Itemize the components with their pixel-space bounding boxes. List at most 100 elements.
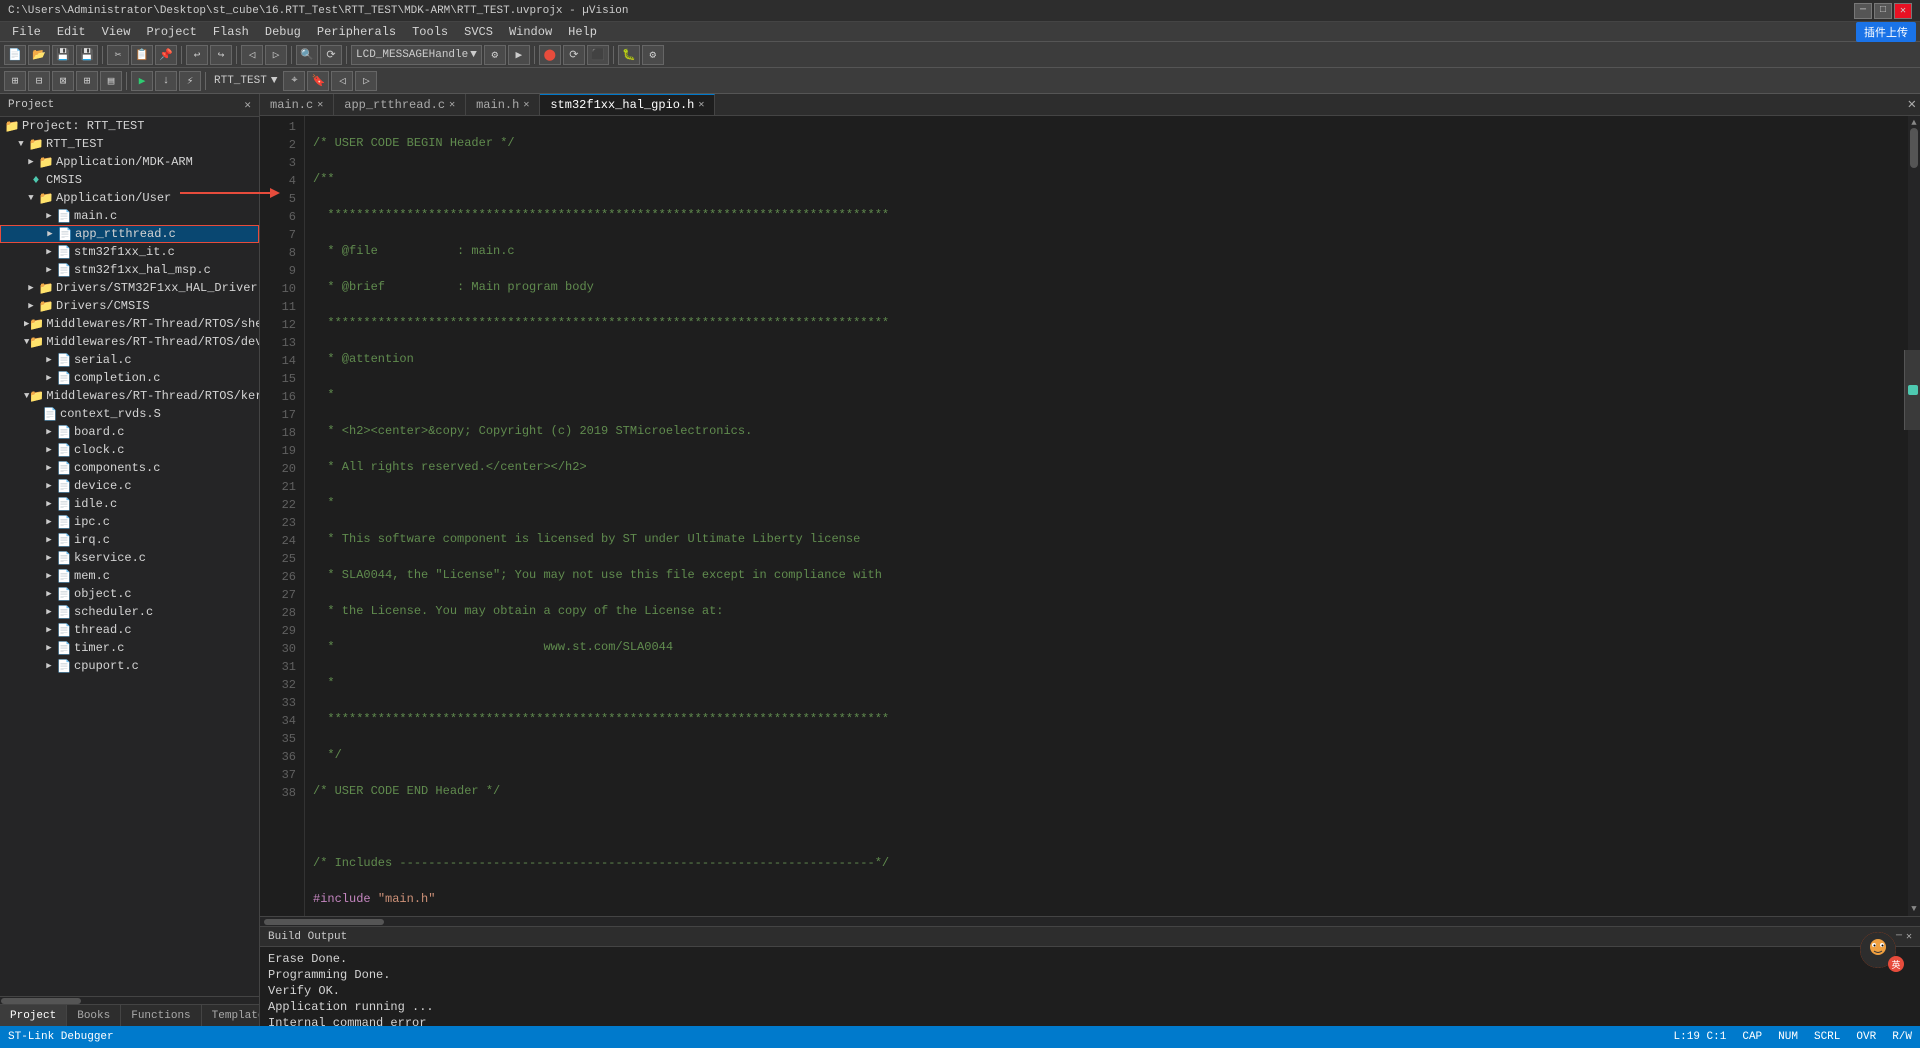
tree-middlewares-device[interactable]: ▼ 📁 Middlewares/RT-Thread/RTOS/device dr… <box>0 333 259 351</box>
save-btn[interactable]: 💾 <box>52 45 74 65</box>
tb2-btn3[interactable]: ⊠ <box>52 71 74 91</box>
editor-hscroll-thumb[interactable] <box>264 919 384 925</box>
tree-completion-c[interactable]: ▶ 📄 completion.c <box>0 369 259 387</box>
editor-vscrollbar[interactable]: ▲ ▼ <box>1908 116 1920 916</box>
settings2-btn[interactable]: ⚙ <box>642 45 664 65</box>
menu-edit[interactable]: Edit <box>49 22 94 41</box>
editor-tab-main-c[interactable]: main.c ✕ <box>260 94 334 115</box>
tree-mem-c[interactable]: ▶ 📄 mem.c <box>0 567 259 585</box>
editor-tab-main-h[interactable]: main.h ✕ <box>466 94 540 115</box>
open-btn[interactable]: 📂 <box>28 45 50 65</box>
undo-btn[interactable]: ↩ <box>186 45 208 65</box>
paste-btn[interactable]: 📌 <box>155 45 177 65</box>
tb2-flash-btn[interactable]: ⚡ <box>179 71 201 91</box>
load-btn[interactable]: ▶ <box>508 45 530 65</box>
menu-svcs[interactable]: SVCS <box>456 22 501 41</box>
menu-peripherals[interactable]: Peripherals <box>309 22 404 41</box>
tree-middlewares-shell[interactable]: ▶ 📁 Middlewares/RT-Thread/RTOS/shell <box>0 315 259 333</box>
tab-templates[interactable]: Templates <box>202 1005 260 1026</box>
scroll-thumb[interactable] <box>1910 128 1918 168</box>
tree-thread-c[interactable]: ▶ 📄 thread.c <box>0 621 259 639</box>
build-btn[interactable]: ⬤ <box>539 45 561 65</box>
tree-board-c[interactable]: ▶ 📄 board.c <box>0 423 259 441</box>
tree-irq-c[interactable]: ▶ 📄 irq.c <box>0 531 259 549</box>
tree-cpuport-c[interactable]: ▶ 📄 cpuport.c <box>0 657 259 675</box>
tb2-btn4[interactable]: ⊞ <box>76 71 98 91</box>
code-content[interactable]: /* USER CODE BEGIN Header */ /** *******… <box>305 116 1908 916</box>
editor-tab-gpio[interactable]: stm32f1xx_hal_gpio.h ✕ <box>540 94 715 115</box>
target-dropdown[interactable]: LCD_MESSAGEHandle ▼ <box>351 45 482 65</box>
tab-close-all-icon[interactable]: ✕ <box>1908 96 1916 113</box>
tab-gpio-close-icon[interactable]: ✕ <box>698 99 704 111</box>
tb2-prev-btn[interactable]: ◁ <box>331 71 353 91</box>
tree-stm32-it[interactable]: ▶ 📄 stm32f1xx_it.c <box>0 243 259 261</box>
minimize-btn[interactable]: ─ <box>1854 3 1872 19</box>
back-btn[interactable]: ◁ <box>241 45 263 65</box>
tb2-next-btn[interactable]: ▷ <box>355 71 377 91</box>
find-btn[interactable]: 🔍 <box>296 45 318 65</box>
target-settings-btn[interactable]: ⚙ <box>484 45 506 65</box>
tab-functions[interactable]: Functions <box>121 1005 201 1026</box>
tree-components-c[interactable]: ▶ 📄 components.c <box>0 459 259 477</box>
sidebar-close-icon[interactable]: ✕ <box>244 98 251 112</box>
redo-btn[interactable]: ↪ <box>210 45 232 65</box>
tree-scheduler-c[interactable]: ▶ 📄 scheduler.c <box>0 603 259 621</box>
menu-project[interactable]: Project <box>138 22 204 41</box>
scroll-track[interactable] <box>1908 128 1920 904</box>
tree-ipc-c[interactable]: ▶ 📄 ipc.c <box>0 513 259 531</box>
menu-flash[interactable]: Flash <box>205 22 257 41</box>
editor-hscrollbar[interactable] <box>260 916 1920 926</box>
tb2-btn2[interactable]: ⊟ <box>28 71 50 91</box>
sidebar-hscrollbar[interactable] <box>0 996 259 1004</box>
menu-help[interactable]: Help <box>560 22 605 41</box>
maximize-btn[interactable]: □ <box>1874 3 1892 19</box>
save-all-btn[interactable]: 💾 <box>76 45 98 65</box>
tree-context-rvds[interactable]: 📄 context_rvds.S <box>0 405 259 423</box>
tree-main-c[interactable]: ▶ 📄 main.c <box>0 207 259 225</box>
tab-books[interactable]: Books <box>67 1005 121 1026</box>
menu-view[interactable]: View <box>94 22 139 41</box>
tree-middlewares-kernel[interactable]: ▼ 📁 Middlewares/RT-Thread/RTOS/kernel <box>0 387 259 405</box>
tab-main-c-close-icon[interactable]: ✕ <box>317 99 323 111</box>
tb2-run-btn[interactable]: ▶ <box>131 71 153 91</box>
tree-drivers-stm32[interactable]: ▶ 📁 Drivers/STM32F1xx_HAL_Driver <box>0 279 259 297</box>
scroll-down-icon[interactable]: ▼ <box>1911 904 1916 914</box>
tree-serial-c[interactable]: ▶ 📄 serial.c <box>0 351 259 369</box>
tree-app-user[interactable]: ▼ 📁 Application/User <box>0 189 259 207</box>
fwd-btn[interactable]: ▷ <box>265 45 287 65</box>
copy-btn[interactable]: 📋 <box>131 45 153 65</box>
tree-app-mdk[interactable]: ▶ 📁 Application/MDK-ARM <box>0 153 259 171</box>
menu-window[interactable]: Window <box>501 22 560 41</box>
replace-btn[interactable]: ⟳ <box>320 45 342 65</box>
menu-file[interactable]: File <box>4 22 49 41</box>
tab-app-rt-close-icon[interactable]: ✕ <box>449 99 455 111</box>
tree-project-root[interactable]: 📁 Project: RTT_TEST <box>0 117 259 135</box>
tree-object-c[interactable]: ▶ 📄 object.c <box>0 585 259 603</box>
tree-device-c[interactable]: ▶ 📄 device.c <box>0 477 259 495</box>
tb2-btn1[interactable]: ⊞ <box>4 71 26 91</box>
tb2-step-btn[interactable]: ↓ <box>155 71 177 91</box>
tree-clock-c[interactable]: ▶ 📄 clock.c <box>0 441 259 459</box>
build-output-close-icon[interactable]: ✕ <box>1906 931 1912 943</box>
menu-debug[interactable]: Debug <box>257 22 309 41</box>
tb2-btn5[interactable]: ▤ <box>100 71 122 91</box>
rebuild-btn[interactable]: ⟳ <box>563 45 585 65</box>
tree-app-rtthread-c[interactable]: ▶ 📄 app_rtthread.c <box>0 225 259 243</box>
debug-btn[interactable]: 🐛 <box>618 45 640 65</box>
tb2-bookmark-btn[interactable]: 🔖 <box>307 71 329 91</box>
tree-drivers-cmsis[interactable]: ▶ 📁 Drivers/CMSIS <box>0 297 259 315</box>
tree-timer-c[interactable]: ▶ 📄 timer.c <box>0 639 259 657</box>
new-file-btn[interactable]: 📄 <box>4 45 26 65</box>
tree-cmsis[interactable]: ♦ CMSIS <box>0 171 259 189</box>
translate-button[interactable]: 插件上传 <box>1856 22 1916 42</box>
close-btn[interactable]: ✕ <box>1894 3 1912 19</box>
stop-btn[interactable]: ⬛ <box>587 45 609 65</box>
tab-main-h-close-icon[interactable]: ✕ <box>523 99 529 111</box>
tree-idle-c[interactable]: ▶ 📄 idle.c <box>0 495 259 513</box>
tree-rtt-test[interactable]: ▼ 📁 RTT_TEST <box>0 135 259 153</box>
tb2-cursor-btn[interactable]: ⌖ <box>283 71 305 91</box>
tree-kservice-c[interactable]: ▶ 📄 kservice.c <box>0 549 259 567</box>
editor-tab-app-rtthread[interactable]: app_rtthread.c ✕ <box>334 94 466 115</box>
tree-stm32-msp[interactable]: ▶ 📄 stm32f1xx_hal_msp.c <box>0 261 259 279</box>
tab-project[interactable]: Project <box>0 1005 67 1026</box>
